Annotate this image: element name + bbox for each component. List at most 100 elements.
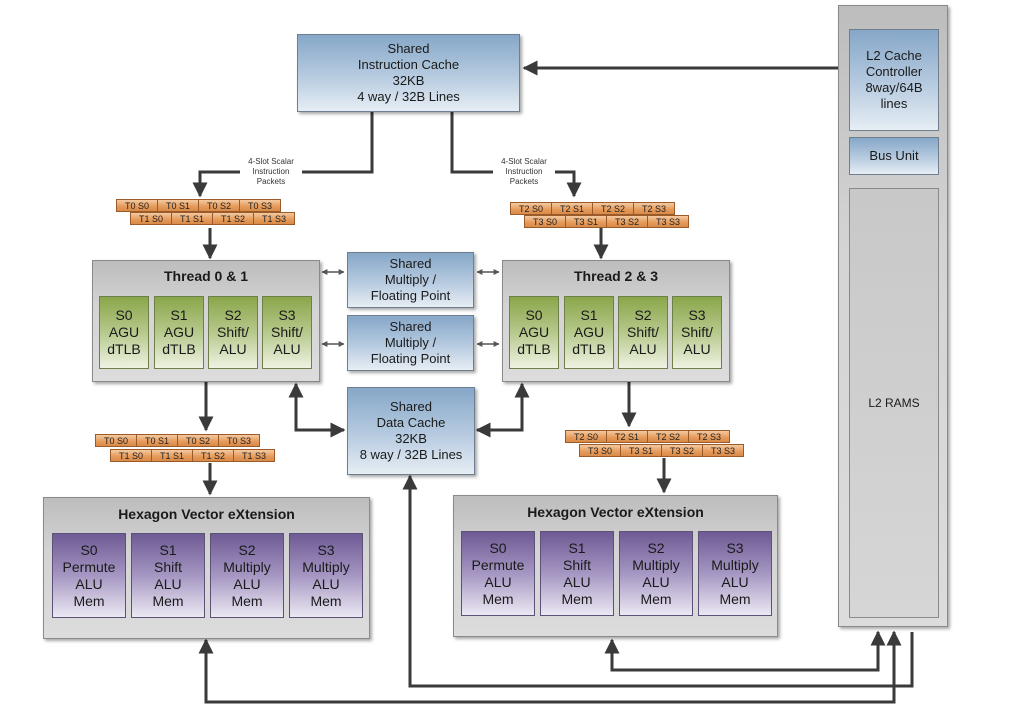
slot-line: Permute (471, 556, 525, 573)
packet-slot: T1 S0 (110, 449, 152, 462)
slot-line: S0 (525, 307, 543, 323)
packet-slot: T0 S1 (136, 434, 178, 447)
packet-row-t3: T3 S0 T3 S1 T3 S2 T3 S3 (579, 444, 744, 457)
slot-line: Shift (153, 558, 182, 575)
dcache-line: Shared (390, 399, 432, 414)
shared-multiply-fp-1: Shared Multiply / Floating Point (347, 252, 474, 308)
packet-row-t0: T0 S0 T0 S1 T0 S2 T0 S3 (95, 434, 260, 447)
slot-line: S1 (159, 541, 177, 558)
dcache-line: 8 way / 32B Lines (359, 447, 463, 462)
scalar-slot-s2: S2 Shift/ ALU (208, 296, 258, 369)
vector-slot-s3: S3 Multiply ALU Mem (698, 531, 772, 616)
packet-slot: T3 S3 (647, 215, 689, 228)
mpy-line: Multiply / (384, 272, 437, 287)
slot-line: ALU (233, 575, 261, 592)
data-cache: Shared Data Cache 32KB 8 way / 32B Lines (347, 387, 475, 475)
slot-line: ALU (154, 575, 182, 592)
packet-slot: T1 S0 (130, 212, 172, 225)
thread-title: Thread 0 & 1 (163, 268, 249, 284)
slot-line: S2 (238, 541, 256, 558)
scalar-slot-s1: S1 AGU dTLB (564, 296, 614, 369)
packet-slot: T2 S2 (592, 202, 634, 215)
packet-slot: T1 S2 (212, 212, 254, 225)
packet-slot: T3 S2 (606, 215, 648, 228)
slot-line: S3 (317, 541, 335, 558)
packet-slot: T3 S3 (702, 444, 744, 457)
slot-line: Multiply (711, 556, 759, 573)
packet-row-t2: T2 S0 T2 S1 T2 S2 T2 S3 (565, 430, 730, 443)
mpy-line: Shared (389, 319, 432, 334)
slot-line: dTLB (517, 341, 551, 357)
icache-line: 4 way / 32B Lines (357, 89, 460, 104)
slot-line: S0 (489, 539, 507, 556)
slot-line: AGU (518, 324, 550, 340)
slot-line: S2 (634, 307, 652, 323)
packet-slot: T0 S2 (198, 199, 240, 212)
slot-line: Shift/ (217, 324, 249, 340)
slot-line: Mem (73, 592, 105, 609)
icache-line: Shared (387, 41, 430, 56)
slot-line: AGU (163, 324, 195, 340)
instruction-cache: Shared Instruction Cache 32KB 4 way / 32… (297, 34, 520, 112)
packet-slot: T2 S1 (606, 430, 648, 443)
l2-line: 8way/64B (865, 80, 923, 95)
slot-line: S1 (580, 307, 598, 323)
packet-slot: T1 S1 (151, 449, 193, 462)
packet-label-line: Instruction (252, 167, 290, 176)
packet-slot: T0 S3 (239, 199, 281, 212)
packet-slot: T0 S0 (116, 199, 158, 212)
l2-rams: L2 RAMS (849, 188, 939, 618)
slot-line: Mem (640, 590, 672, 607)
l2-line: L2 Cache (866, 48, 922, 63)
slot-line: Shift/ (681, 324, 713, 340)
vector-slot-s2: S2 Multiply ALU Mem (619, 531, 693, 616)
vector-slot-s0: S0 Permute ALU Mem (52, 533, 126, 618)
slot-line: S3 (688, 307, 706, 323)
packet-label-line: 4-Slot Scalar (501, 157, 547, 166)
l2-line: lines (880, 96, 908, 111)
slot-line: ALU (219, 341, 247, 357)
packet-label-line: Instruction (505, 167, 543, 176)
slot-line: Mem (719, 590, 751, 607)
packet-slot: T2 S3 (633, 202, 675, 215)
packet-slot: T3 S1 (620, 444, 662, 457)
packet-row-t0: T0 S0 T0 S1 T0 S2 T0 S3 (116, 199, 281, 212)
slot-line: dTLB (162, 341, 196, 357)
packet-slot: T3 S1 (565, 215, 607, 228)
slot-line: ALU (721, 573, 749, 590)
icache-line: Instruction Cache (357, 57, 460, 72)
hvx-right-block: Hexagon Vector eXtension S0 Permute ALU … (453, 495, 778, 637)
slot-line: S3 (278, 307, 296, 323)
scalar-slot-s2: S2 Shift/ ALU (618, 296, 668, 369)
packet-row-t1: T1 S0 T1 S1 T1 S2 T1 S3 (130, 212, 295, 225)
icache-line: 32KB (392, 73, 425, 88)
vector-slot-s0: S0 Permute ALU Mem (461, 531, 535, 616)
slot-line: S0 (80, 541, 98, 558)
slot-line: ALU (312, 575, 340, 592)
packet-slot: T1 S3 (253, 212, 295, 225)
slot-line: S1 (170, 307, 188, 323)
slot-line: Permute (62, 558, 116, 575)
slot-line: ALU (563, 573, 591, 590)
hvx-title: Hexagon Vector eXtension (118, 506, 295, 522)
vector-slot-s1: S1 Shift ALU Mem (540, 531, 614, 616)
mpy-line: Shared (389, 256, 432, 271)
slot-line: S3 (726, 539, 744, 556)
slot-line: Shift (562, 556, 591, 573)
scalar-slot-s3: S3 Shift/ ALU (262, 296, 312, 369)
slot-line: S0 (115, 307, 133, 323)
packet-slot: T2 S1 (551, 202, 593, 215)
wire-thread-right-dcache (475, 382, 530, 438)
packet-label-line: 4-Slot Scalar (248, 157, 294, 166)
thread-2-3-block: Thread 2 & 3 S0 AGU dTLB S1 AGU dTLB S2 … (502, 260, 730, 382)
packet-label-line: Packets (256, 177, 286, 186)
packet-slot: T3 S2 (661, 444, 703, 457)
mpy-line: Floating Point (370, 288, 451, 303)
slot-line: ALU (75, 575, 103, 592)
packet-slot: T2 S0 (510, 202, 552, 215)
bus-unit-label: Bus Unit (869, 148, 919, 163)
slot-line: dTLB (572, 341, 606, 357)
slot-line: Mem (152, 592, 184, 609)
slot-line: ALU (683, 341, 711, 357)
slot-line: Shift/ (271, 324, 303, 340)
